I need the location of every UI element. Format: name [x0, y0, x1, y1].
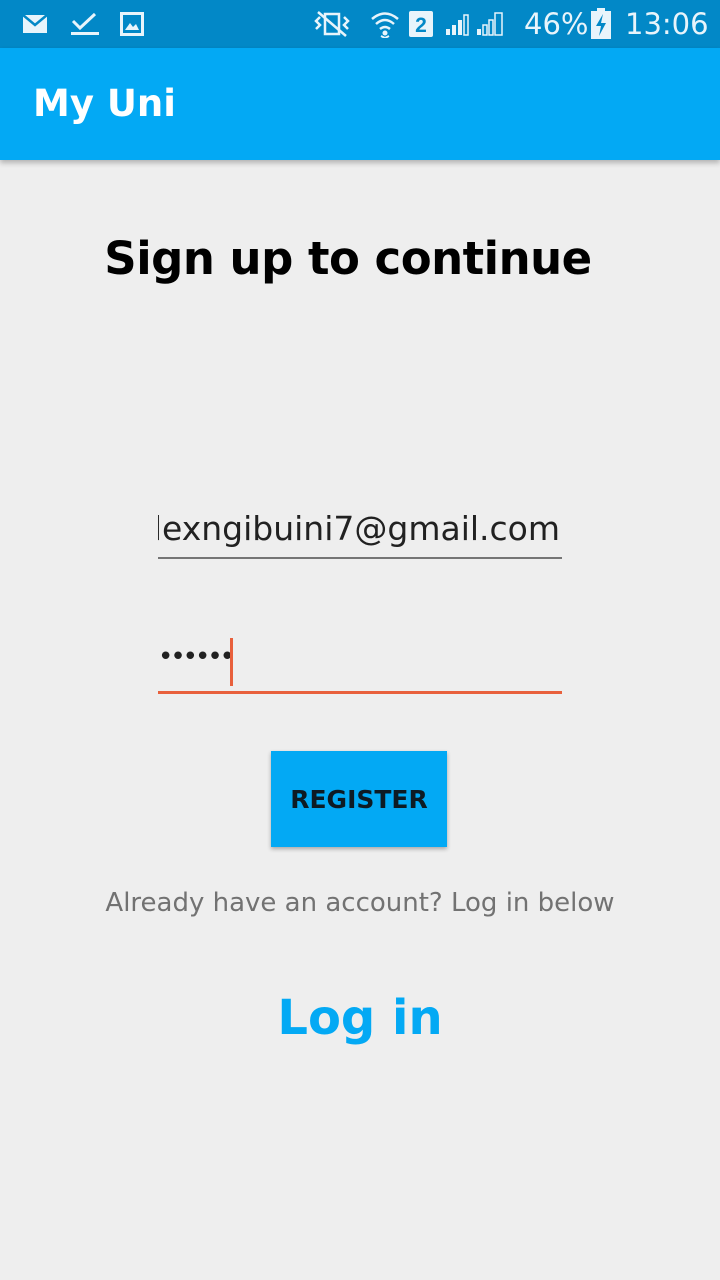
login-hint: Already have an account? Log in below	[105, 888, 615, 918]
email-field[interactable]: alexngibuini7@gmail.com	[158, 505, 562, 559]
signal-icon	[475, 0, 505, 48]
sim2-icon: 2	[408, 0, 434, 48]
clock: 13:06	[625, 7, 709, 41]
page-heading: Sign up to continue	[104, 232, 592, 285]
app-title: My Uni	[33, 82, 176, 125]
app-bar: My Uni	[0, 48, 720, 160]
image-icon	[120, 0, 144, 48]
text-cursor	[230, 638, 233, 686]
password-value: ••••••	[158, 642, 235, 672]
mail-icon	[22, 0, 48, 48]
register-button[interactable]: REGISTER	[271, 751, 447, 847]
vibrate-mute-icon	[312, 0, 352, 48]
battery-percent: 46%	[524, 7, 589, 41]
password-field[interactable]: ••••••	[158, 636, 562, 694]
battery-charging-icon	[590, 0, 612, 48]
signal-icon	[444, 0, 474, 48]
wifi-icon	[370, 0, 400, 48]
svg-text:2: 2	[415, 14, 427, 37]
email-value: alexngibuini7@gmail.com	[158, 509, 560, 548]
login-link[interactable]: Log in	[0, 990, 720, 1046]
status-bar: 2 46% 13:06	[0, 0, 720, 48]
check-icon	[70, 0, 100, 48]
